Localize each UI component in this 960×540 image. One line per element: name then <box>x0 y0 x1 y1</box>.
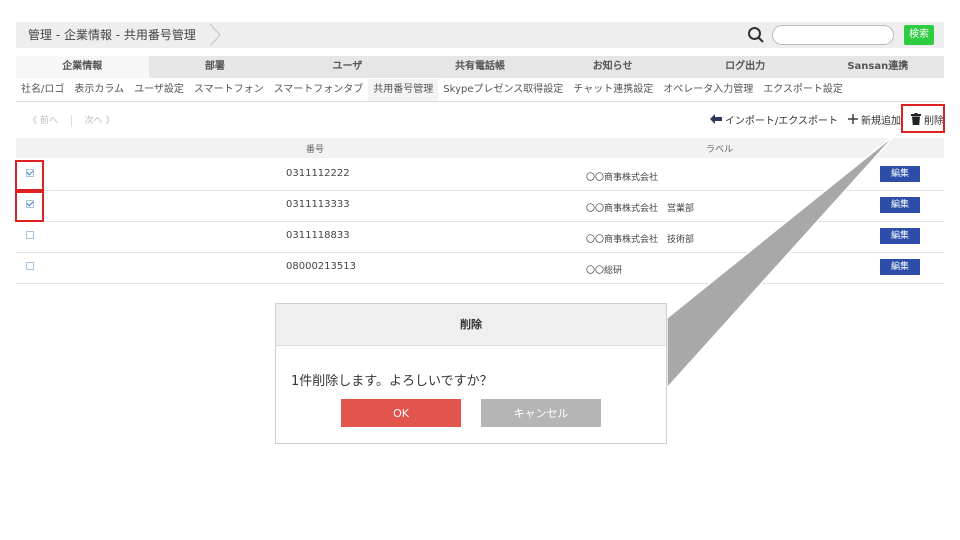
search-input[interactable] <box>772 25 894 45</box>
search-button[interactable]: 検索 <box>904 25 934 45</box>
primary-tabs: 企業情報 部署 ユーザ 共有電話帳 お知らせ ログ出力 Sansan連携 <box>16 56 944 78</box>
plus-icon <box>848 114 858 124</box>
delete-highlight-box <box>901 104 945 133</box>
row-checkbox[interactable] <box>26 231 34 239</box>
tab-shared-phonebook[interactable]: 共有電話帳 <box>414 56 547 78</box>
import-export-button[interactable]: インポート/エクスポート <box>709 112 838 127</box>
edit-button[interactable]: 編集 <box>880 197 920 213</box>
tab-notices[interactable]: お知らせ <box>546 56 679 78</box>
row-label: 〇〇商事株式会社 <box>586 173 659 183</box>
subtab-smartphone[interactable]: スマートフォン <box>189 79 269 101</box>
ok-button[interactable]: OK <box>341 399 461 427</box>
edit-button[interactable]: 編集 <box>880 228 920 244</box>
delete-confirm-dialog: 削除 1件削除します。よろしいですか？ OK キャンセル <box>275 303 667 444</box>
row-label: 〇〇商事株式会社 営業部 <box>586 204 695 214</box>
edit-button[interactable]: 編集 <box>880 166 920 182</box>
row-number: 08000213513 <box>286 261 356 272</box>
dialog-message: 1件削除します。よろしいですか？ <box>291 374 493 389</box>
pager: 《 前へ 次へ 》 <box>28 113 115 127</box>
search-icon[interactable] <box>747 26 765 44</box>
next-page-link[interactable]: 次へ 》 <box>85 116 115 126</box>
subtab-smartphone-tab[interactable]: スマートフォンタブ <box>269 79 369 101</box>
breadcrumb: 管理 - 企業情報 - 共用番号管理 <box>28 28 196 42</box>
subtab-export-settings[interactable]: エクスポート設定 <box>758 79 848 101</box>
row-number: 0311112222 <box>286 168 350 179</box>
table-row: 0311113333 〇〇商事株式会社 営業部 編集 <box>16 190 944 222</box>
add-new-button[interactable]: 新規追加 <box>848 112 901 127</box>
dialog-title: 削除 <box>276 304 666 346</box>
cancel-button[interactable]: キャンセル <box>481 399 601 427</box>
row-label: 〇〇商事株式会社 技術部 <box>586 235 695 245</box>
header-bar: 管理 - 企業情報 - 共用番号管理 検索 <box>16 22 944 48</box>
table-row: 0311118833 〇〇商事株式会社 技術部 編集 <box>16 221 944 253</box>
tab-log-output[interactable]: ログ出力 <box>679 56 812 78</box>
subtab-skype-presence[interactable]: Skypeプレゼンス取得設定 <box>438 79 568 101</box>
row-checkbox[interactable] <box>26 262 34 270</box>
subtab-company-logo[interactable]: 社名/ロゴ <box>16 79 69 101</box>
pager-divider <box>70 114 72 127</box>
tab-company-info[interactable]: 企業情報 <box>16 56 149 78</box>
tab-departments[interactable]: 部署 <box>149 56 282 78</box>
subtab-display-columns[interactable]: 表示カラム <box>69 79 129 101</box>
subtab-operator-input[interactable]: オペレータ入力管理 <box>658 79 758 101</box>
add-new-label: 新規追加 <box>861 115 901 127</box>
sub-tabs: 社名/ロゴ 表示カラム ユーザ設定 スマートフォン スマートフォンタブ 共用番号… <box>16 79 944 102</box>
subtab-user-settings[interactable]: ユーザ設定 <box>129 79 189 101</box>
table-row: 0311112222 〇〇商事株式会社 編集 <box>16 159 944 191</box>
table-row: 08000213513 〇〇総研 編集 <box>16 252 944 284</box>
edit-button[interactable]: 編集 <box>880 259 920 275</box>
chevron-right-icon <box>209 23 221 47</box>
import-export-label: インポート/エクスポート <box>724 115 838 127</box>
import-export-icon <box>709 114 722 124</box>
checkbox-highlight-box <box>15 160 44 191</box>
row-label: 〇〇総研 <box>586 266 623 276</box>
tab-sansan[interactable]: Sansan連携 <box>811 56 944 78</box>
table-header: 番号 ラベル <box>16 138 944 158</box>
checkbox-highlight-box <box>15 191 44 222</box>
subtab-shared-number[interactable]: 共用番号管理 <box>368 79 439 101</box>
column-header-label: ラベル <box>706 145 734 155</box>
row-number: 0311118833 <box>286 230 350 241</box>
row-number: 0311113333 <box>286 199 350 210</box>
subtab-chat-integration[interactable]: チャット連携設定 <box>568 79 658 101</box>
prev-page-link[interactable]: 《 前へ <box>28 116 58 126</box>
column-header-number: 番号 <box>306 145 325 155</box>
tab-users[interactable]: ユーザ <box>281 56 414 78</box>
